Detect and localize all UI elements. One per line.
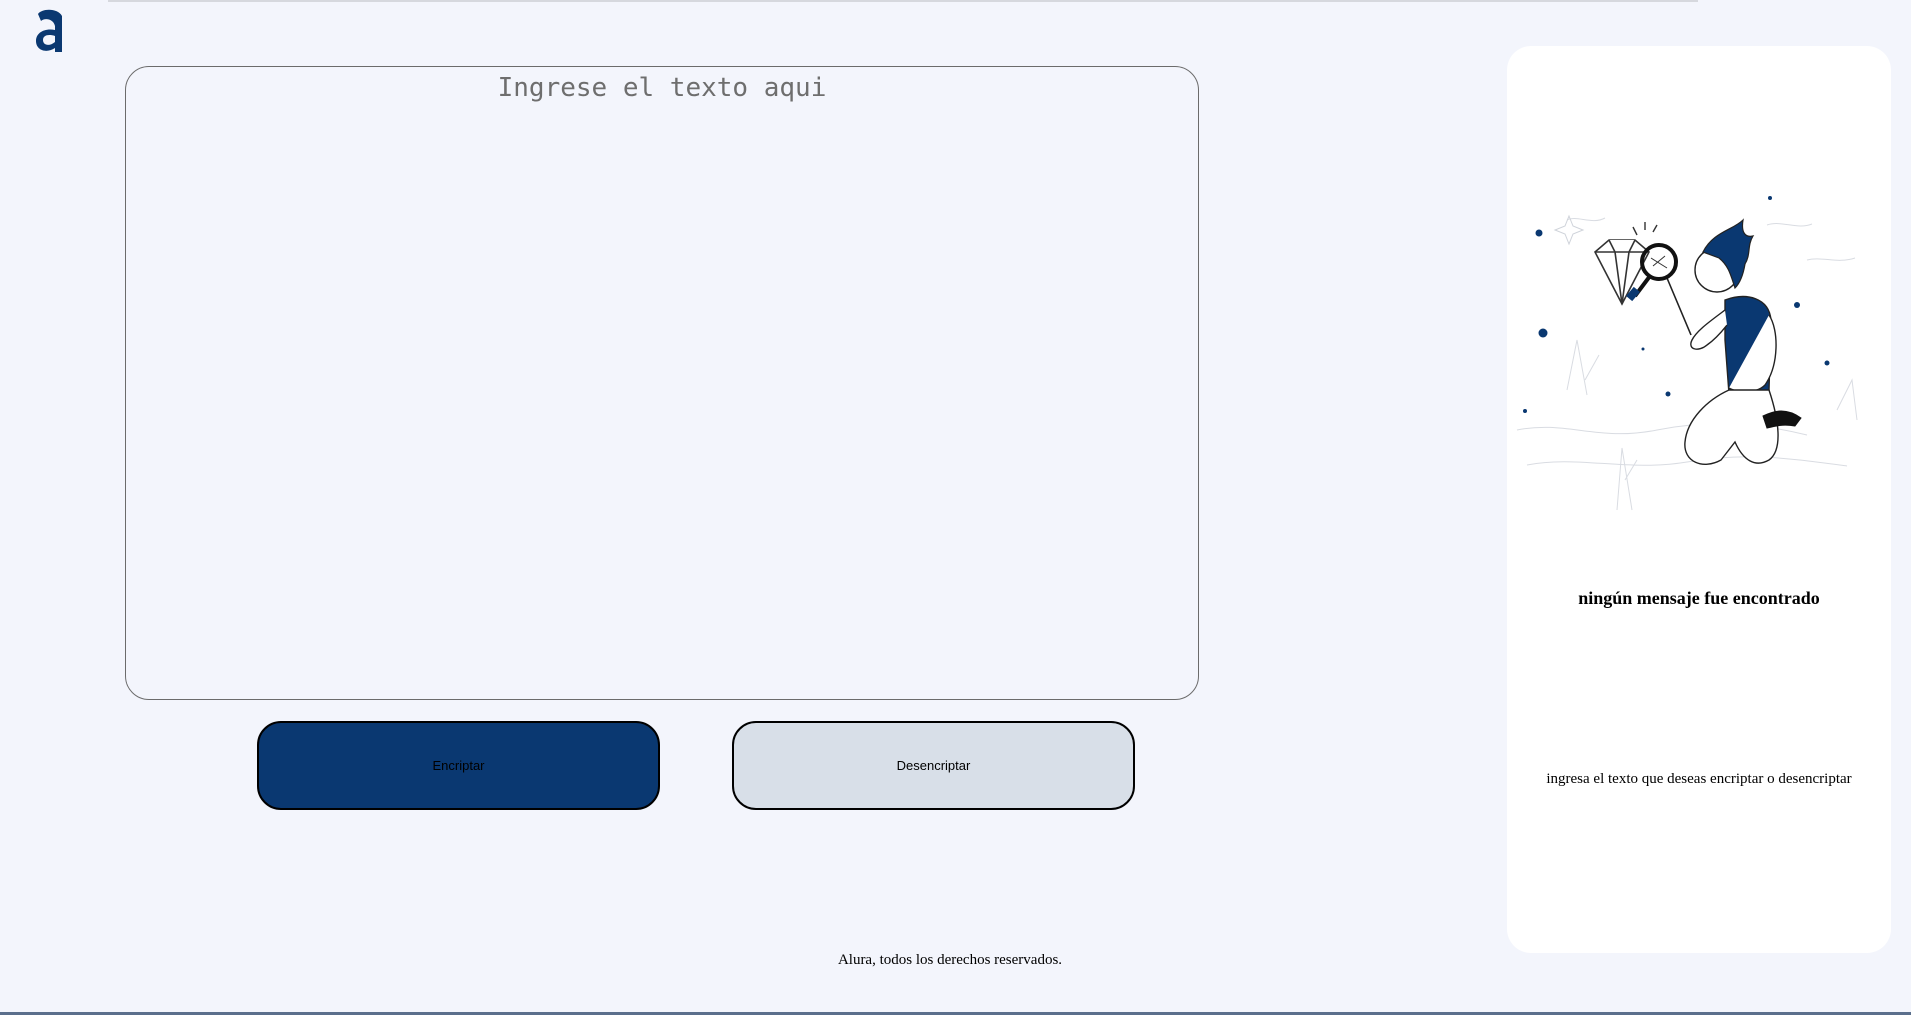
window-top-edge: [108, 0, 1698, 2]
alura-logo-icon: [36, 9, 62, 53]
footer-text: Alura, todos los derechos reservados.: [837, 952, 1063, 968]
encrypt-button[interactable]: Encriptar: [257, 721, 660, 810]
no-message-title: ningún mensaje fue encontrado: [1578, 588, 1820, 608]
input-textarea[interactable]: [125, 66, 1199, 700]
decrypt-button[interactable]: Desencriptar: [732, 721, 1135, 810]
person-with-magnifier-illustration: [1516, 196, 1858, 511]
no-message-hint: ingresa el texto que deseas encriptar o …: [1546, 771, 1852, 787]
